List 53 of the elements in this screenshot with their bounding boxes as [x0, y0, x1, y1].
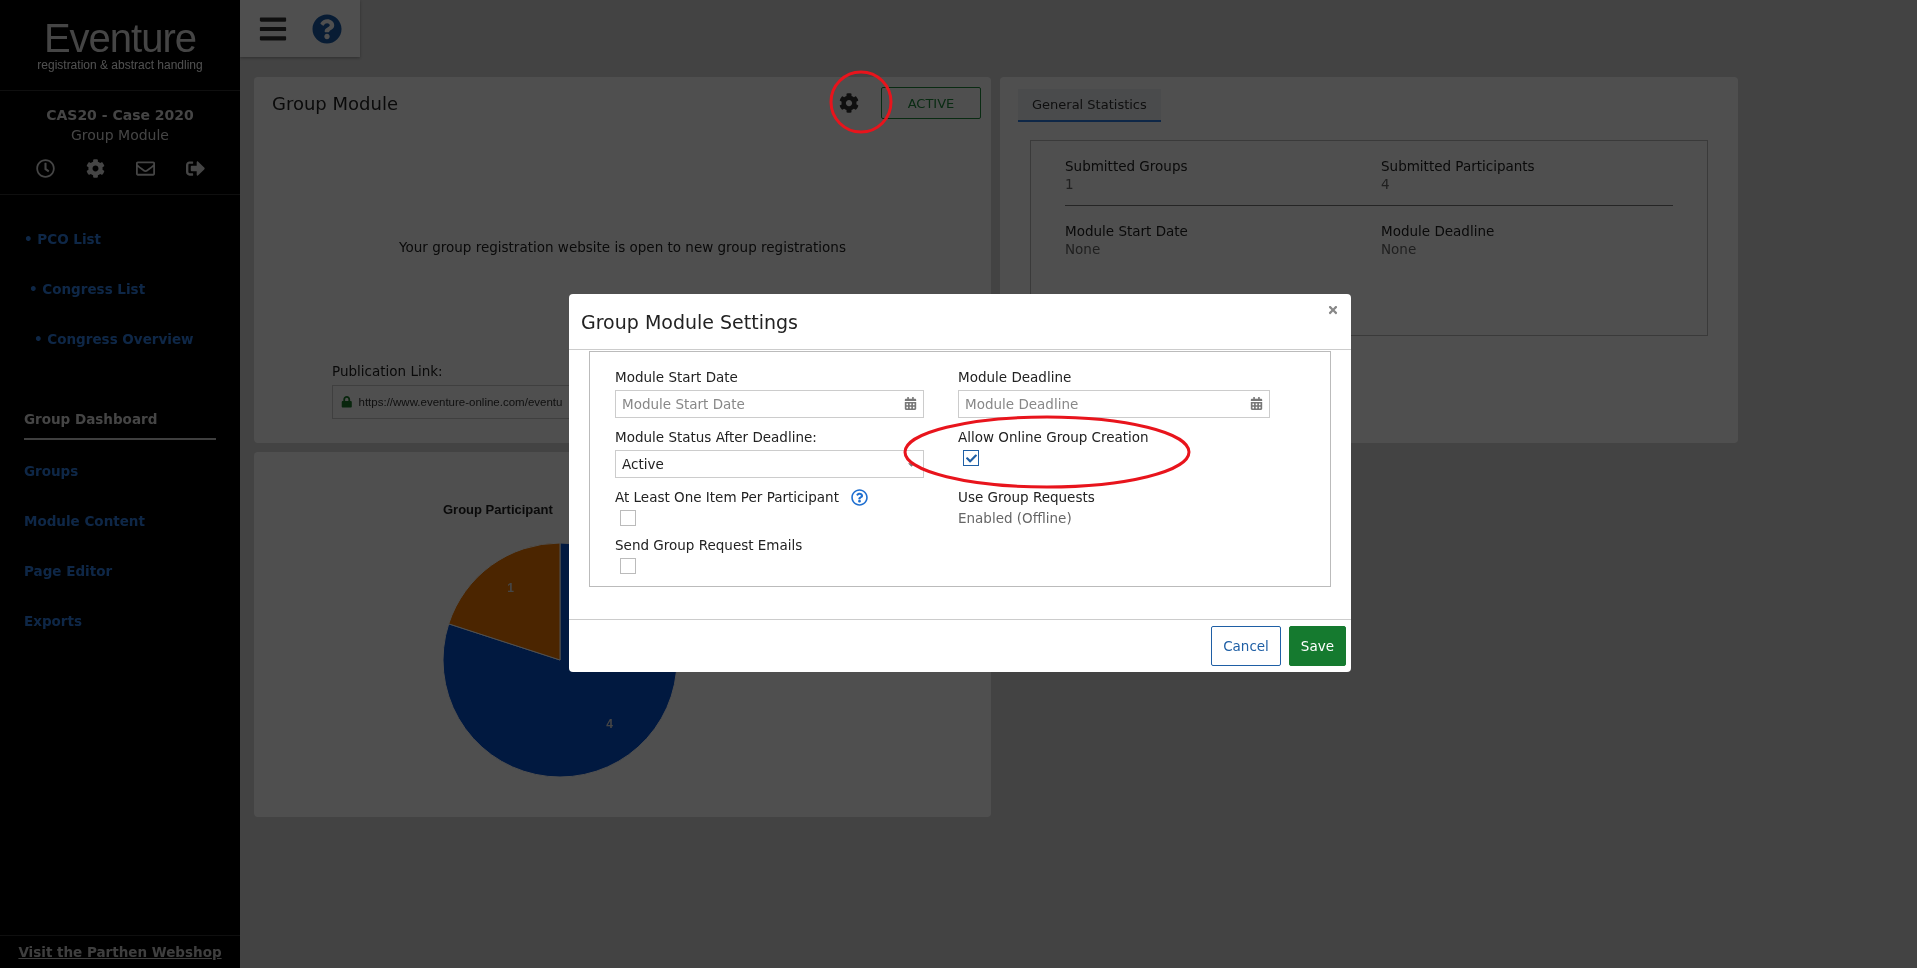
event-module: Group Module	[70, 126, 170, 145]
breadcrumb-link[interactable]: • Congress Overview	[24, 329, 240, 379]
publication-label: Publication Link:	[332, 363, 443, 379]
field-label: At Least One Item Per Participant	[615, 488, 839, 506]
date-field[interactable]: Module Start Date	[615, 390, 924, 418]
slice-value-label: 4	[606, 717, 613, 732]
breadcrumb-link[interactable]: • PCO List	[24, 229, 240, 279]
breadcrumb-link[interactable]: • Congress List	[24, 279, 240, 329]
field-label: Use Group Requests	[958, 488, 1095, 506]
field-label: Module Status After Deadline:	[615, 428, 817, 446]
logout-icon[interactable]	[185, 159, 205, 178]
menu-item[interactable]: Exports	[24, 611, 216, 641]
menu-item[interactable]: Module Content	[24, 511, 216, 541]
field-label: Send Group Request Emails	[615, 536, 803, 554]
logo-tagline: registration & abstract handling	[37, 58, 203, 72]
help-icon[interactable]	[312, 13, 342, 44]
menu-item[interactable]: Groups	[24, 461, 216, 491]
field-value: Enabled (Offline)	[958, 510, 1073, 526]
chart-title: Group Participant	[443, 502, 554, 517]
slice-value-label: 1	[507, 580, 514, 595]
checkbox[interactable]	[620, 558, 636, 574]
stat-label: Submitted Groups	[1065, 157, 1189, 175]
cancel-button[interactable]: Cancel	[1211, 626, 1281, 666]
stat-label: Submitted Participants	[1381, 157, 1536, 175]
event-code: CAS20 - Case 2020	[45, 106, 195, 125]
dialog-title: Group Module Settings	[581, 310, 799, 333]
field-label: Module Deadline	[958, 368, 1072, 386]
calendar-icon	[904, 397, 917, 410]
checkbox[interactable]	[620, 510, 636, 526]
field-label: Module Start Date	[615, 368, 738, 386]
save-button[interactable]: Save	[1288, 626, 1346, 666]
date-field[interactable]: Module Deadline	[958, 390, 1270, 418]
clock-icon[interactable]	[35, 159, 55, 178]
menu-item[interactable]: Group Dashboard	[24, 409, 216, 440]
status-badge: ACTIVE	[881, 87, 981, 119]
settings-icon[interactable]	[85, 159, 105, 178]
envelope-icon[interactable]	[135, 159, 155, 178]
card-title: Group Module	[272, 92, 399, 114]
calendar-icon	[1250, 397, 1263, 410]
lock-icon	[341, 396, 353, 408]
status-dropdown[interactable]: Active	[615, 450, 924, 478]
status-message: Your group registration website is open to new group registrations	[398, 239, 847, 255]
logo-wordmark: Eventure	[43, 18, 197, 58]
checkbox[interactable]	[963, 450, 979, 466]
help-icon[interactable]	[850, 488, 868, 506]
field-label: Allow Online Group Creation	[958, 428, 1149, 446]
settings-icon[interactable]	[839, 93, 859, 113]
stat-label: Module Deadline	[1381, 222, 1496, 240]
menu-item[interactable]: Page Editor	[24, 561, 216, 591]
tab[interactable]: General Statistics	[1018, 89, 1161, 122]
close-icon[interactable]	[1327, 304, 1339, 316]
stat-label: Module Start Date	[1065, 222, 1189, 240]
highlight-ellipse	[828, 69, 894, 135]
